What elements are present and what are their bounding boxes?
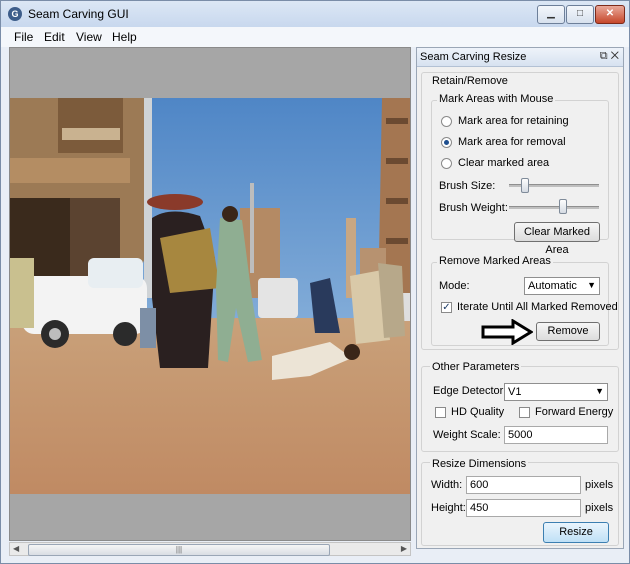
- retain-remove-label: Retain/Remove: [430, 75, 510, 87]
- brush-size-label: Brush Size:: [439, 180, 496, 192]
- radio-removal[interactable]: [441, 137, 452, 148]
- scroll-right-icon[interactable]: ▶: [401, 544, 407, 553]
- radio-clear[interactable]: [441, 158, 452, 169]
- horizontal-scrollbar[interactable]: ◀ ||| ▶: [9, 542, 411, 556]
- height-label: Height:: [431, 502, 466, 514]
- radio-removal-label: Mark area for removal: [458, 136, 566, 148]
- radio-retain[interactable]: [441, 116, 452, 127]
- mode-value: Automatic: [528, 280, 577, 292]
- width-unit: pixels: [585, 479, 614, 491]
- forward-energy-checkbox[interactable]: [519, 407, 530, 418]
- scroll-thumb[interactable]: |||: [28, 544, 330, 556]
- chevron-down-icon: ▼: [587, 280, 596, 290]
- menu-help[interactable]: Help: [112, 30, 137, 44]
- radio-clear-label: Clear marked area: [458, 157, 550, 169]
- app-icon: G: [8, 7, 22, 21]
- scroll-left-icon[interactable]: ◀: [13, 544, 19, 553]
- edge-detector-select[interactable]: V1 ▼: [504, 383, 608, 401]
- title-bar[interactable]: G Seam Carving GUI ▁ □ ✕: [1, 1, 629, 28]
- hd-quality-checkbox[interactable]: [435, 407, 446, 418]
- seam-carving-panel: Seam Carving Resize ⧉ ✕ Retain/Remove Ma…: [416, 47, 624, 549]
- minimize-button[interactable]: ▁: [537, 5, 565, 24]
- weight-scale-input[interactable]: 5000: [504, 426, 608, 444]
- edge-detector-label: Edge Detector:: [433, 385, 507, 397]
- height-unit: pixels: [585, 502, 614, 514]
- other-parameters-label: Other Parameters: [430, 361, 522, 373]
- width-label: Width:: [431, 479, 463, 491]
- forward-energy-label: Forward Energy: [535, 406, 614, 418]
- street-photo[interactable]: [10, 98, 411, 494]
- brush-weight-label: Brush Weight:: [439, 202, 508, 214]
- brush-size-slider[interactable]: [521, 178, 529, 193]
- brush-weight-track[interactable]: [509, 206, 599, 209]
- menu-view[interactable]: View: [76, 30, 102, 44]
- resize-dimensions-label: Resize Dimensions: [430, 458, 529, 470]
- weight-scale-label: Weight Scale:: [433, 429, 501, 441]
- menu-file[interactable]: File: [14, 30, 33, 44]
- height-input[interactable]: 450: [466, 499, 581, 517]
- window-title: Seam Carving GUI: [28, 7, 129, 21]
- mark-areas-label: Mark Areas with Mouse: [437, 93, 556, 105]
- image-canvas[interactable]: [9, 47, 411, 541]
- close-button[interactable]: ✕: [595, 5, 625, 24]
- remove-marked-label: Remove Marked Areas: [437, 255, 553, 267]
- menu-bar: File Edit View Help: [1, 27, 629, 47]
- arrow-right-icon: [481, 319, 533, 345]
- mode-select[interactable]: Automatic ▼: [524, 277, 600, 295]
- chevron-down-icon: ▼: [595, 386, 604, 396]
- maximize-button[interactable]: □: [566, 5, 594, 24]
- remove-button[interactable]: Remove: [536, 322, 600, 341]
- width-input[interactable]: 600: [466, 476, 581, 494]
- panel-title: Seam Carving Resize: [420, 51, 527, 63]
- radio-retain-label: Mark area for retaining: [458, 115, 569, 127]
- menu-edit[interactable]: Edit: [44, 30, 65, 44]
- panel-float-close-icons[interactable]: ⧉ ✕: [600, 50, 619, 63]
- iterate-label: Iterate Until All Marked Removed: [457, 301, 618, 313]
- resize-button[interactable]: Resize: [543, 522, 609, 543]
- mode-label: Mode:: [439, 280, 470, 292]
- panel-header: Seam Carving Resize ⧉ ✕: [417, 48, 623, 67]
- app-window: G Seam Carving GUI ▁ □ ✕ File Edit View …: [0, 0, 630, 564]
- iterate-checkbox[interactable]: ✓: [441, 302, 452, 313]
- edge-detector-value: V1: [508, 386, 522, 398]
- brush-weight-slider[interactable]: [559, 199, 567, 214]
- clear-marked-area-button[interactable]: Clear Marked Area: [514, 222, 600, 256]
- hd-quality-label: HD Quality: [451, 406, 505, 418]
